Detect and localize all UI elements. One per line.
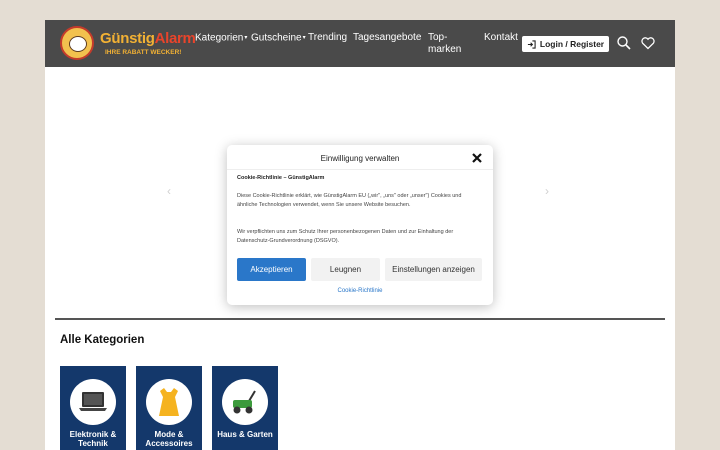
category-label: Elektronik & Technik xyxy=(69,430,117,448)
cookie-policy-link[interactable]: Cookie-Richtlinie xyxy=(227,288,493,294)
laptop-icon xyxy=(70,379,116,425)
category-card-mode[interactable]: Mode & Accessoires xyxy=(136,366,202,450)
policy-heading: Cookie-Richtlinie – GünstigAlarm xyxy=(237,175,325,181)
carousel-next-button[interactable]: › xyxy=(545,184,549,198)
dialog-title: Einwilligung verwalten xyxy=(320,154,400,163)
nav-item-gutscheine[interactable]: Gutscheine▾ xyxy=(251,32,306,45)
chevron-down-icon: ▾ xyxy=(244,35,248,41)
login-icon xyxy=(527,39,536,49)
close-icon[interactable] xyxy=(471,152,483,164)
deny-button[interactable]: Leugnen xyxy=(311,258,380,281)
policy-paragraph: Wir verpflichten uns zum Schutz Ihrer pe… xyxy=(237,229,454,244)
policy-paragraph: Diese Cookie-Richtlinie erklärt, wie Gün… xyxy=(237,193,462,208)
category-label: Haus & Garten xyxy=(217,430,273,439)
heart-icon[interactable] xyxy=(640,35,656,51)
accept-button[interactable]: Akzeptieren xyxy=(237,258,306,281)
nav-item-trending[interactable]: Trending xyxy=(308,32,347,44)
logo-name: GünstigAlarm xyxy=(100,30,196,47)
categories-title: Alle Kategorien xyxy=(60,334,145,346)
logo-tagline: IHRE RABATT WECKER! xyxy=(105,49,182,56)
lawnmower-icon xyxy=(222,379,268,425)
nav-item-topmarken[interactable]: Top-marken xyxy=(428,32,468,56)
chevron-down-icon: ▾ xyxy=(302,35,306,41)
dialog-divider xyxy=(227,169,493,170)
category-card-haus-garten[interactable]: Haus & Garten xyxy=(212,366,278,450)
site-header: GünstigAlarm IHRE RABATT WECKER! Kategor… xyxy=(45,20,675,67)
cookie-consent-dialog: Einwilligung verwalten Cookie-Richtlinie… xyxy=(227,145,493,305)
carousel-prev-button[interactable]: ‹ xyxy=(167,184,171,198)
nav-item-tagesangebote[interactable]: Tagesangebote xyxy=(353,32,421,44)
category-label: Mode & Accessoires xyxy=(145,430,193,448)
login-register-label: Login / Register xyxy=(539,39,605,49)
nav-item-kategorien[interactable]: Kategorien▾ xyxy=(195,32,247,45)
search-icon[interactable] xyxy=(616,35,632,51)
dress-icon xyxy=(146,379,192,425)
login-register-button[interactable]: Login / Register xyxy=(522,36,609,52)
view-settings-button[interactable]: Einstellungen anzeigen xyxy=(385,258,482,281)
site-logo[interactable]: GünstigAlarm IHRE RABATT WECKER! xyxy=(58,24,196,62)
section-divider xyxy=(55,318,665,320)
alarm-clock-icon xyxy=(60,26,94,60)
nav-item-kontakt[interactable]: Kontakt xyxy=(484,32,518,44)
category-card-elektronik[interactable]: Elektronik & Technik xyxy=(60,366,126,450)
